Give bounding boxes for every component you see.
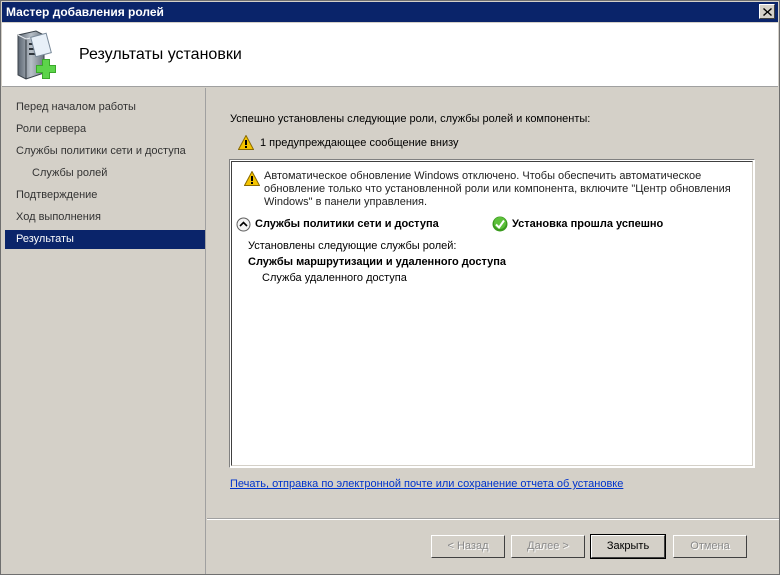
checkmark-icon [492, 216, 508, 232]
sidebar-item-results[interactable]: Результаты [5, 230, 205, 249]
close-button[interactable]: Закрыть [590, 534, 666, 559]
warning-summary: 1 предупреждающее сообщение внизу [237, 134, 459, 153]
next-button[interactable]: Далее > [511, 535, 585, 558]
report-link[interactable]: Печать, отправка по электронной почте ил… [230, 478, 623, 490]
close-window-button[interactable] [759, 4, 775, 19]
warning-icon [237, 134, 255, 150]
results-content: Успешно установлены следующие роли, служ… [207, 88, 779, 518]
role-status: Установка прошла успешно [512, 218, 664, 230]
installed-services-label: Установлены следующие службы ролей: [248, 240, 457, 252]
back-button[interactable]: < Назад [431, 535, 505, 558]
results-panel-inner: Автоматическое обновление Windows отключ… [231, 161, 753, 466]
close-icon [763, 8, 772, 16]
role-result-row: Службы политики сети и доступа Установка… [236, 216, 736, 234]
wizard-window: Мастер добавления ролей Результаты устан… [0, 0, 780, 575]
role-name: Службы политики сети и доступа [255, 218, 439, 230]
sidebar-item-confirmation[interactable]: Подтверждение [5, 186, 205, 205]
installed-service-item: Служба удаленного доступа [262, 272, 407, 284]
window-title: Мастер добавления ролей [6, 5, 164, 19]
bottom-divider-highlight [207, 519, 779, 520]
sidebar-item-before-you-begin[interactable]: Перед началом работы [5, 98, 205, 117]
intro-text: Успешно установлены следующие роли, служ… [230, 113, 591, 125]
page-title: Результаты установки [79, 46, 242, 63]
warning-summary-text: 1 предупреждающее сообщение внизу [260, 137, 459, 149]
chevron-up-circle-icon[interactable] [236, 217, 251, 232]
sidebar-item-server-roles[interactable]: Роли сервера [5, 120, 205, 139]
cancel-button[interactable]: Отмена [673, 535, 747, 558]
installed-service-group: Службы маршрутизации и удаленного доступ… [248, 256, 506, 268]
title-bar[interactable]: Мастер добавления ролей [2, 2, 778, 22]
sidebar-item-network-policy[interactable]: Службы политики сети и доступа [5, 142, 205, 161]
server-add-role-icon [17, 30, 56, 80]
wizard-steps-sidebar: Перед началом работы Роли сервера Службы… [2, 88, 206, 574]
wizard-header: Результаты установки [2, 23, 778, 87]
sidebar-item-role-services[interactable]: Службы ролей [5, 164, 205, 183]
warning-icon [244, 171, 260, 186]
results-panel[interactable]: Автоматическое обновление Windows отключ… [229, 159, 755, 468]
update-warning-text: Автоматическое обновление Windows отключ… [264, 170, 731, 208]
sidebar-divider [205, 88, 206, 574]
sidebar-item-progress[interactable]: Ход выполнения [5, 208, 205, 227]
